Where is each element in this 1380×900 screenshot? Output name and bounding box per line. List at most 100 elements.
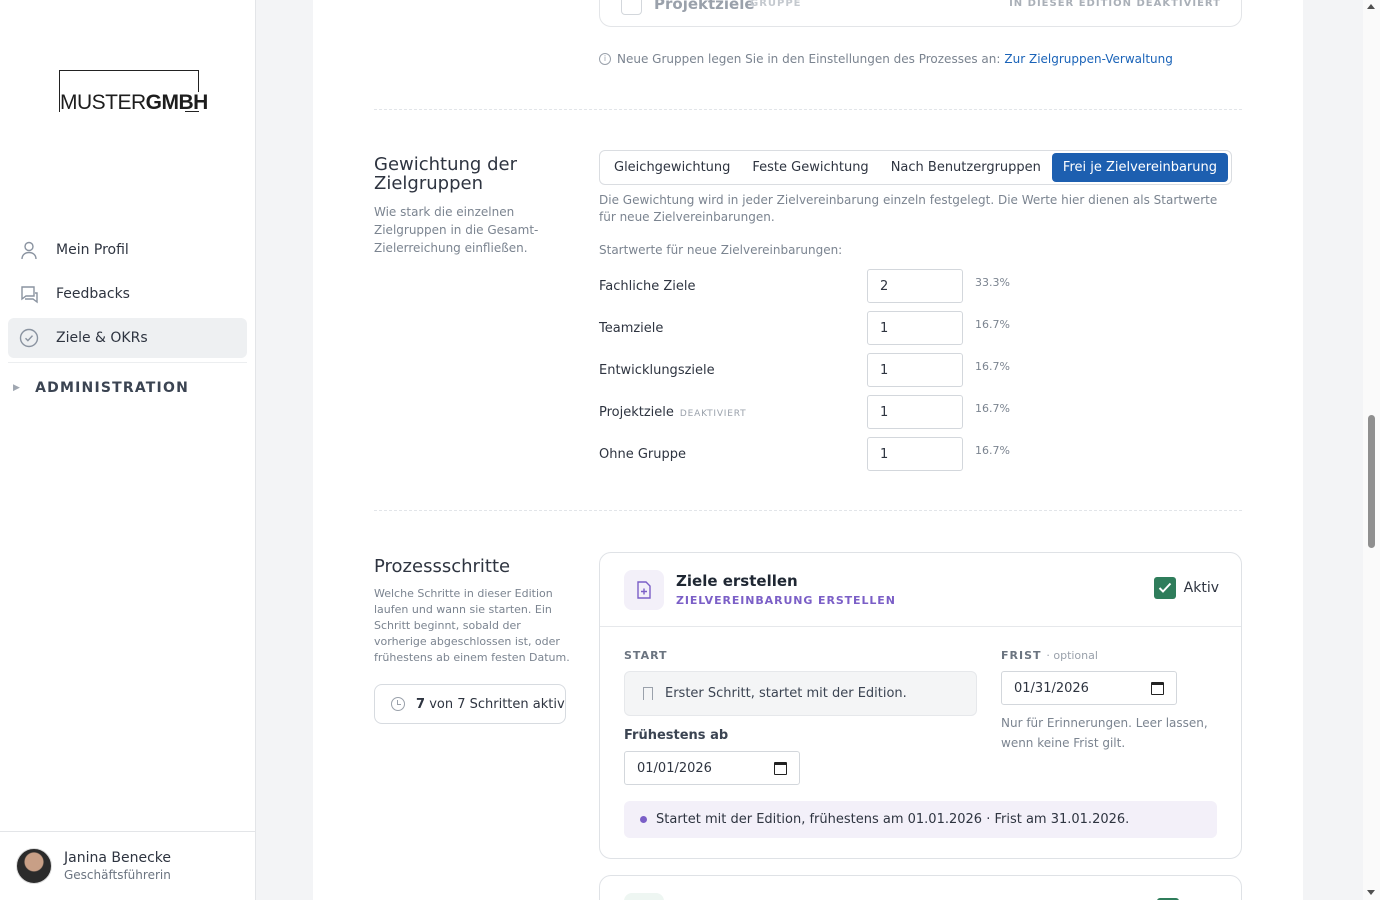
- scroll-down-arrow-icon[interactable]: [1367, 890, 1375, 895]
- deadline-optional: · optional: [1046, 649, 1098, 662]
- sidebar-item-label: Ziele & OKRs: [56, 330, 148, 346]
- group-tag: GRUPPE: [750, 0, 802, 9]
- weighting-title: Gewichtung der Zielgruppen: [374, 154, 517, 194]
- admin-label: ADMINISTRATION: [35, 380, 189, 396]
- logo-frame-bottom: [185, 111, 199, 112]
- deadline-label-text: FRIST: [1001, 649, 1042, 662]
- calendar-icon[interactable]: [774, 762, 787, 775]
- group-status: IN DIESER EDITION DEAKTIVIERT: [1009, 0, 1221, 9]
- weight-input[interactable]: [867, 269, 963, 303]
- step-header: Ziele erstellen ZIELVEREINBARUNG ERSTELL…: [600, 553, 1241, 627]
- weight-row-label: Projektziele: [599, 404, 674, 420]
- weight-percent: 16.7%: [975, 401, 1010, 415]
- active-steps-count: 7: [416, 696, 426, 712]
- sidebar-item-mein-profil[interactable]: Mein Profil: [8, 230, 247, 270]
- active-steps-text: von 7 Schritten aktiv: [429, 696, 565, 712]
- weight-input[interactable]: [867, 311, 963, 345]
- checkmark-icon: [1153, 577, 1176, 599]
- page-scrollbar[interactable]: [1363, 0, 1380, 900]
- weighting-mode-selector: Gleichgewichtung Feste Gewichtung Nach B…: [599, 150, 1233, 185]
- deadline-label: FRIST · optional: [1001, 649, 1098, 662]
- process-title: Prozessschritte: [374, 556, 511, 577]
- earliest-label: Frühestens ab: [624, 728, 729, 743]
- weight-input[interactable]: [867, 395, 963, 429]
- mode-frei-je-zielvereinbarung[interactable]: Frei je Zielvereinbarung: [1051, 153, 1229, 182]
- weight-percent: 16.7%: [975, 359, 1010, 373]
- step-icon: [624, 893, 664, 900]
- step-summary: Startet mit der Edition, frühestens am 0…: [624, 801, 1217, 838]
- process-description: Welche Schritte in dieser Edition laufen…: [374, 587, 570, 664]
- weight-row: Teamziele 16.7%: [599, 311, 1049, 345]
- weight-row-label: Ohne Gruppe: [599, 446, 687, 462]
- step-body: START Erster Schritt, startet mit der Ed…: [600, 627, 1241, 858]
- sidebar-section-administration[interactable]: ▶ ADMINISTRATION: [8, 363, 247, 413]
- document-plus-icon: [624, 570, 664, 610]
- process-step-card-next: [599, 875, 1242, 900]
- active-steps-counter[interactable]: 7 von 7 Schritten aktiv: [374, 684, 566, 724]
- sidebar-item-feedbacks[interactable]: Feedbacks: [8, 274, 247, 314]
- deadline-hint: Nur für Erinnerungen. Leer lassen, wenn …: [1001, 716, 1208, 750]
- group-checkbox[interactable]: [621, 0, 642, 15]
- start-info-text: Erster Schritt, startet mit der Edition.: [665, 686, 907, 701]
- groups-hint-text: Neue Gruppen legen Sie in den Einstellun…: [617, 52, 1001, 66]
- earliest-date-input[interactable]: 01/01/2026: [624, 751, 800, 785]
- sidebar-item-label: Feedbacks: [56, 286, 130, 302]
- weight-row-label: Fachliche Ziele: [599, 278, 696, 294]
- weight-percent: 33.3%: [975, 275, 1010, 289]
- start-label: START: [624, 649, 668, 662]
- weight-percent: 16.7%: [975, 317, 1010, 331]
- weight-percent: 16.7%: [975, 443, 1010, 457]
- user-icon: [18, 239, 40, 261]
- earliest-date-value: 01/01/2026: [637, 760, 712, 776]
- check-circle-icon: [18, 327, 40, 349]
- clock-icon: [391, 697, 405, 711]
- step-title: Ziele erstellen: [676, 572, 798, 590]
- weight-row: Entwicklungsziele 16.7%: [599, 353, 1049, 387]
- groups-hint: i Neue Gruppen legen Sie in den Einstell…: [599, 52, 1173, 66]
- step-active-toggle[interactable]: Aktiv: [1153, 577, 1219, 599]
- company-logo[interactable]: MUSTERGMBH: [59, 70, 212, 114]
- weight-row: Projektziele DEAKTIVIERT 16.7%: [599, 395, 1049, 429]
- section-divider: [374, 109, 1242, 110]
- calendar-icon[interactable]: [1151, 682, 1164, 695]
- step-subtitle: ZIELVEREINBARUNG ERSTELLEN: [676, 594, 896, 607]
- caret-right-icon: ▶: [13, 383, 22, 393]
- weighting-description: Wie stark die einzelnen Zielgruppen in d…: [374, 205, 539, 255]
- avatar: [16, 848, 52, 884]
- weight-row-label: Entwicklungsziele: [599, 362, 715, 378]
- mode-gleichgewichtung[interactable]: Gleichgewichtung: [603, 153, 741, 182]
- main-content: Projektziele GRUPPE IN DIESER EDITION DE…: [313, 0, 1303, 900]
- process-step-card: Ziele erstellen ZIELVEREINBARUNG ERSTELL…: [599, 552, 1242, 859]
- weight-row: Ohne Gruppe 16.7%: [599, 437, 1049, 471]
- main-nav: Mein Profil Feedbacks Ziele & OKRs ▶ ADM…: [8, 230, 247, 413]
- group-card-projektziele: Projektziele GRUPPE IN DIESER EDITION DE…: [599, 0, 1242, 27]
- weighting-mode-description: Die Gewichtung wird in jeder Zielvereinb…: [599, 193, 1218, 224]
- weight-input[interactable]: [867, 353, 963, 387]
- deactivated-tag: DEAKTIVIERT: [679, 408, 747, 419]
- weight-input[interactable]: [867, 437, 963, 471]
- step-summary-text: Startet mit der Edition, frühestens am 0…: [656, 812, 1130, 827]
- section-divider: [374, 510, 1242, 511]
- sidebar-item-label: Mein Profil: [56, 242, 129, 258]
- sidebar-item-ziele-okrs[interactable]: Ziele & OKRs: [8, 318, 247, 358]
- weight-row-label: Teamziele: [599, 320, 664, 336]
- bookmark-icon: [643, 687, 653, 700]
- scrollbar-thumb[interactable]: [1368, 415, 1375, 548]
- mode-nach-benutzergruppen[interactable]: Nach Benutzergruppen: [880, 153, 1052, 182]
- user-name: Janina Benecke: [64, 850, 171, 866]
- user-role: Geschäftsführerin: [64, 868, 171, 882]
- start-info-box: Erster Schritt, startet mit der Edition.: [624, 671, 977, 716]
- start-values-label: Startwerte für neue Zielvereinbarungen:: [599, 243, 843, 257]
- mode-feste-gewichtung[interactable]: Feste Gewichtung: [741, 153, 879, 182]
- chat-icon: [18, 283, 40, 305]
- step-active-label: Aktiv: [1183, 580, 1219, 596]
- groups-management-link[interactable]: Zur Zielgruppen-Verwaltung: [1004, 52, 1172, 66]
- scroll-up-arrow-icon[interactable]: [1367, 4, 1375, 9]
- info-icon: i: [599, 53, 611, 65]
- weight-row: Fachliche Ziele 33.3%: [599, 269, 1049, 303]
- deadline-date-value: 01/31/2026: [1014, 680, 1089, 696]
- user-profile[interactable]: Janina Benecke Geschäftsführerin: [0, 831, 255, 900]
- status-dot: [640, 816, 647, 823]
- sidebar: MUSTERGMBH Mein Profil Feedbacks Ziele &…: [0, 0, 256, 900]
- deadline-date-input[interactable]: 01/31/2026: [1001, 671, 1177, 705]
